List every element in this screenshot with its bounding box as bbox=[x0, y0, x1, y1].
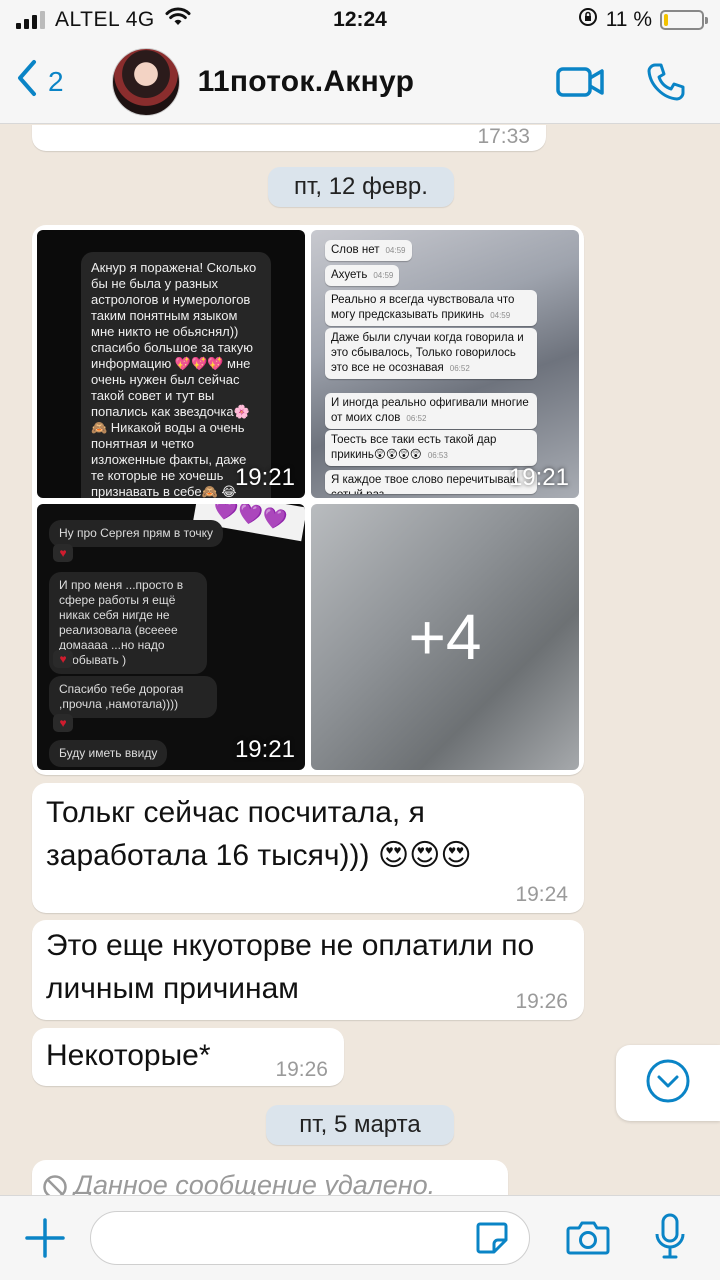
photo-chat-line: И иногда реально офигивали многие от мои… bbox=[325, 393, 537, 429]
photo-text: Акнур я поражена! Сколько бы не была у р… bbox=[81, 252, 271, 498]
camera-icon[interactable] bbox=[566, 1218, 610, 1256]
photo-chat-line: Ну про Сергея прям в точку bbox=[49, 520, 224, 547]
photo-time: 19:21 bbox=[234, 736, 295, 763]
photo-chat-line: Слов нет 04:59 bbox=[325, 240, 412, 261]
avatar[interactable] bbox=[111, 47, 180, 116]
battery-percent: 11 % bbox=[605, 8, 652, 31]
message-time: 17:33 bbox=[477, 125, 530, 148]
photo-chat-line: Реально я всегда чувствовала что могу пр… bbox=[325, 290, 537, 326]
battery-icon bbox=[660, 10, 708, 30]
wifi-icon bbox=[165, 7, 191, 33]
photo-chat-line: Даже были случаи когда говорила и это сб… bbox=[325, 328, 537, 379]
photo-time: 19:21 bbox=[234, 464, 295, 491]
back-chevron-icon bbox=[16, 58, 38, 105]
album-photo[interactable]: 💜💜💜 Ну про Сергея прям в точку ♥ И про м… bbox=[37, 504, 305, 770]
unread-count: 2 bbox=[48, 65, 64, 97]
photo-chat-line: Буду иметь ввиду bbox=[49, 740, 168, 767]
heart-reaction-icon: ♥ bbox=[53, 650, 73, 668]
photo-chat-line: Спасибо тебе дорогая ,прочла ,намотала))… bbox=[49, 676, 217, 718]
message-bubble[interactable]: 17:33 bbox=[32, 125, 546, 151]
album-photo[interactable]: Акнур я поражена! Сколько бы не была у р… bbox=[37, 230, 305, 498]
message-text: Это еще нкуоторве не оплатили по личным … bbox=[46, 929, 535, 1005]
message-time: 19:26 bbox=[275, 1058, 328, 1081]
heart-reaction-icon: ♥ bbox=[53, 544, 73, 562]
deleted-icon bbox=[42, 1174, 68, 1195]
back-button[interactable]: 2 bbox=[16, 58, 64, 105]
carrier-label: ALTEL 4G bbox=[55, 8, 155, 31]
photo-time: 19:21 bbox=[508, 464, 569, 491]
contact-name[interactable]: 11поток.Акнур bbox=[198, 65, 415, 99]
chat-header: 2 11поток.Акнур bbox=[0, 40, 720, 124]
message-time: 19:26 bbox=[515, 990, 568, 1013]
scroll-to-bottom-button[interactable] bbox=[616, 1045, 720, 1121]
status-bar: ALTEL 4G 12:24 11 % bbox=[0, 0, 720, 40]
phone-call-icon[interactable] bbox=[646, 62, 686, 102]
album-photo-more[interactable]: +4 bbox=[311, 504, 579, 770]
heart-reaction-icon: ♥ bbox=[53, 714, 73, 732]
photo-chat-line: Я каждое твое слово перечитываю сотый ра… bbox=[325, 470, 537, 494]
signal-icon bbox=[16, 11, 45, 29]
deleted-message-bubble[interactable]: Данное сообщение удалено. bbox=[32, 1160, 508, 1195]
message-bubble[interactable]: Толькг сейчас посчитала, я заработала 16… bbox=[32, 783, 584, 913]
chat-area[interactable]: 17:33 пт, 12 февр. Акнур я поражена! Ско… bbox=[0, 125, 720, 1195]
deleted-text: Данное сообщение удалено. bbox=[74, 1170, 436, 1195]
message-time: 19:24 bbox=[515, 883, 568, 906]
chevron-down-icon bbox=[645, 1058, 691, 1109]
album-photo[interactable]: Слов нет 04:59 Ахуеть 04:59 Реально я всег… bbox=[311, 230, 579, 498]
photo-album[interactable]: Акнур я поражена! Сколько бы не была у р… bbox=[32, 225, 584, 775]
lock-rotation-icon bbox=[578, 7, 598, 33]
photo-chat-line: Тоесть все таки есть такой дар прикинь😲😲… bbox=[325, 430, 537, 466]
message-text: Толькг сейчас посчитала, я заработала 16… bbox=[46, 796, 472, 872]
photo-chat-line: Ахуеть 04:59 bbox=[325, 265, 400, 286]
message-bubble[interactable]: Это еще нкуоторве не оплатили по личным … bbox=[32, 920, 584, 1020]
message-input[interactable] bbox=[90, 1211, 530, 1265]
message-bubble[interactable]: Некоторые* 19:26 bbox=[32, 1028, 344, 1086]
mic-icon[interactable] bbox=[654, 1212, 686, 1262]
plus-icon[interactable] bbox=[24, 1217, 66, 1259]
input-bar bbox=[0, 1195, 720, 1280]
video-call-icon[interactable] bbox=[556, 65, 604, 99]
more-photos-count: +4 bbox=[408, 601, 482, 673]
date-separator: пт, 12 февр. bbox=[268, 167, 454, 207]
sticker-icon[interactable] bbox=[474, 1220, 510, 1256]
message-text: Некоторые* bbox=[46, 1039, 211, 1072]
date-separator: пт, 5 марта bbox=[266, 1105, 454, 1145]
